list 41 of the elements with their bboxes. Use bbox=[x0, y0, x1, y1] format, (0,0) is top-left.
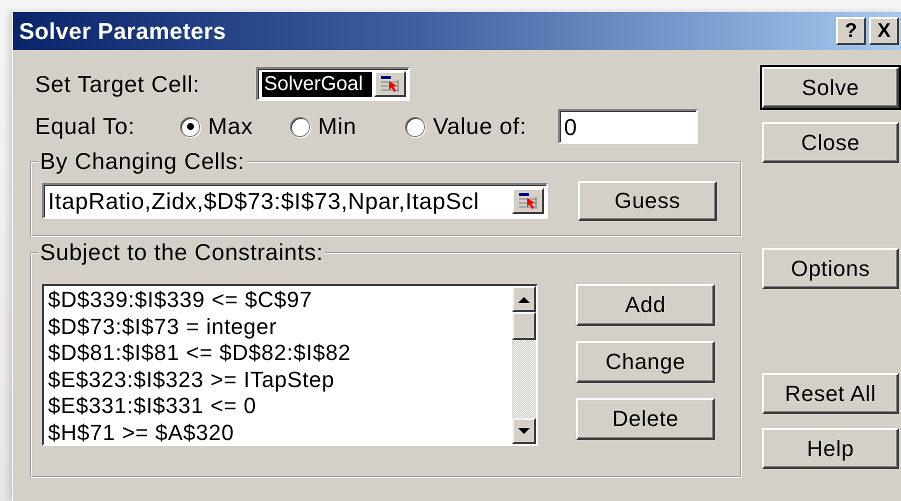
scroll-thumb[interactable] bbox=[512, 312, 536, 340]
scroll-up-button[interactable] bbox=[512, 286, 536, 312]
radio-button[interactable] bbox=[180, 116, 200, 136]
radio-button[interactable] bbox=[405, 116, 425, 136]
group-label: By Changing Cells: bbox=[39, 148, 246, 175]
group-label: Subject to the Constraints: bbox=[39, 239, 324, 266]
constraints-list[interactable]: $D$339:$I$339 <= $C$97 $D$73:$I$73 = integer $D$81:$I$81 <= $D$82:$I$82 $E$323:$I$323 >= ITapStep $E$331:$I$331 <= 0 $H$71 >= $A$320 bbox=[42, 284, 538, 446]
changing-cells-field[interactable]: ItapRatio,Zidx,$D$73:$I$73,Npar,ItapScl bbox=[42, 183, 548, 219]
help-button[interactable]: Help bbox=[762, 428, 899, 469]
options-button[interactable]: Options bbox=[762, 248, 899, 289]
list-item[interactable]: $E$323:$I$323 >= ITapStep bbox=[48, 366, 508, 393]
grid-arrow-icon bbox=[518, 192, 538, 210]
field-label: Set Target Cell: bbox=[34, 70, 201, 98]
solve-button[interactable]: Solve bbox=[762, 67, 899, 108]
radio-label[interactable]: Value of: bbox=[433, 113, 527, 140]
list-item[interactable]: $D$339:$I$339 <= $C$97 bbox=[48, 287, 508, 314]
guess-button[interactable]: Guess bbox=[578, 181, 717, 221]
value-field[interactable]: 0 bbox=[558, 109, 698, 144]
list-item[interactable]: $H$71 >= $A$320 bbox=[48, 420, 508, 444]
list-item[interactable]: $E$331:$I$331 <= 0 bbox=[48, 393, 508, 420]
radio-label[interactable]: Max bbox=[208, 113, 253, 140]
reset-all-button[interactable]: Reset All bbox=[762, 373, 899, 414]
list-item[interactable]: $D$73:$I$73 = integer bbox=[48, 314, 508, 340]
grid-arrow-icon bbox=[380, 75, 400, 93]
change-button[interactable]: Change bbox=[576, 341, 715, 383]
window-title: Solver Parameters bbox=[19, 18, 226, 44]
add-button[interactable]: Add bbox=[576, 284, 715, 326]
scroll-down-button[interactable] bbox=[512, 418, 536, 444]
range-picker-button[interactable] bbox=[374, 71, 406, 97]
down-arrow-icon bbox=[518, 428, 530, 434]
list-item[interactable]: $D$81:$I$81 <= $D$82:$I$82 bbox=[48, 340, 508, 366]
radio-label[interactable]: Min bbox=[318, 113, 357, 140]
range-picker-button[interactable] bbox=[512, 188, 544, 214]
delete-button[interactable]: Delete bbox=[576, 398, 715, 440]
target-cell-field[interactable]: SolverGoal bbox=[256, 67, 410, 101]
close-button[interactable]: X bbox=[869, 17, 899, 45]
field-label: Equal To: bbox=[34, 113, 136, 140]
up-arrow-icon bbox=[518, 296, 530, 302]
close-button[interactable]: Close bbox=[762, 122, 899, 163]
help-button[interactable]: ? bbox=[836, 17, 866, 45]
radio-button[interactable] bbox=[290, 116, 310, 136]
